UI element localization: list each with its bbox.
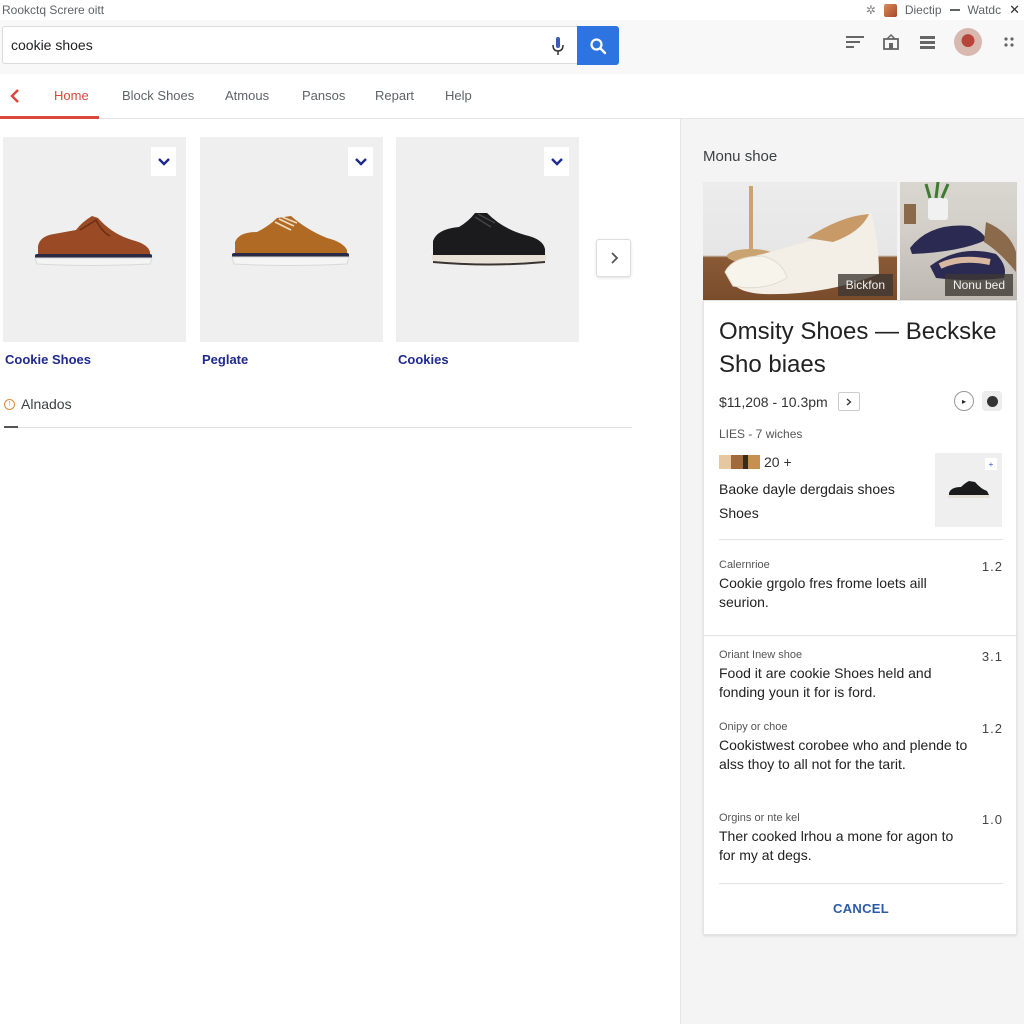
chevron-right-icon <box>846 398 852 405</box>
knowledge-card: Omsity Shoes — Beckske Sho biaes $11,208… <box>703 300 1018 935</box>
plus-badge-icon[interactable]: + <box>985 458 997 470</box>
section-title: Alnados <box>21 396 72 412</box>
review-text: Cookie grgolo fres frome loets aill seur… <box>719 575 927 610</box>
window-title: Rookctq Screre oitt <box>2 3 105 17</box>
tab-block-shoes[interactable]: Block Shoes <box>122 74 194 119</box>
filter-icon[interactable] <box>846 33 864 51</box>
review-source: Onipy or choe <box>719 721 788 733</box>
card-dropdown-button[interactable] <box>151 147 176 176</box>
image-gallery: Bickfon Nonu bed <box>703 182 1017 300</box>
microphone-icon[interactable] <box>549 36 567 56</box>
product-image[interactable] <box>3 137 186 342</box>
review-text: Food it are cookie Shoes held and fondin… <box>719 665 932 700</box>
side-panel: Monu shoe Bickfon Nonu bed Omsity Shoes … <box>680 119 1024 1024</box>
tan-lace-up-shoe-image <box>231 216 350 266</box>
tab-pansos[interactable]: Pansos <box>302 74 345 119</box>
section-divider-mark <box>4 426 18 428</box>
price-expand-button[interactable] <box>837 392 860 411</box>
carousel-next-button[interactable] <box>596 239 631 277</box>
review-item: Orgins or nte kel 1.0 Ther cooked lrhou … <box>719 812 1003 865</box>
related-product-image[interactable]: + <box>935 453 1002 527</box>
search-button[interactable] <box>577 26 619 65</box>
header-icons <box>846 28 1024 56</box>
results-area: Cookie Shoes Peglate Cookies ! Alnados <box>0 119 680 1024</box>
product-link[interactable]: Cookie Shoes <box>3 352 186 367</box>
gallery-caption: Bickfon <box>837 274 893 296</box>
brown-slip-on-shoe-image <box>34 216 153 266</box>
tab-atmous[interactable]: Atmous <box>225 74 269 119</box>
window-controls: ✲ Diectip Watdc ✕ <box>866 2 1020 18</box>
tab-repart[interactable]: Repart <box>375 74 414 119</box>
review-rating: 1.2 <box>981 559 1003 574</box>
product-image[interactable] <box>396 137 579 342</box>
product-card[interactable]: Peglate <box>200 137 383 367</box>
tab-home[interactable]: Home <box>54 74 89 119</box>
black-sneaker-image <box>431 212 547 265</box>
review-rating: 1.0 <box>981 812 1003 827</box>
product-link[interactable]: Cookies <box>396 352 579 367</box>
window-titlebar: Rookctq Screre oitt ✲ Diectip Watdc ✕ <box>0 0 1024 20</box>
thumbnail-count: 20 + <box>764 454 792 470</box>
divider <box>719 883 1003 884</box>
panel-title: Monu shoe <box>703 148 778 165</box>
apps-icon[interactable] <box>1000 33 1018 51</box>
minimize-icon[interactable] <box>949 9 960 11</box>
search-header <box>0 20 1024 74</box>
price-row: $11,208 - 10.3pm <box>719 392 860 411</box>
knowledge-actions: ▸ <box>954 391 1002 411</box>
review-item: Onipy or choe 1.2 Cookistwest corobee wh… <box>719 721 1003 774</box>
review-source: Orgins or nte kel <box>719 812 800 824</box>
menu-icon[interactable] <box>918 33 936 51</box>
product-image[interactable] <box>200 137 383 342</box>
section-divider <box>4 427 632 428</box>
search-box[interactable] <box>2 26 577 64</box>
product-link[interactable]: Peglate <box>200 352 383 367</box>
close-icon[interactable]: ✕ <box>1009 2 1020 18</box>
cancel-button[interactable]: CANCEL <box>704 901 1018 916</box>
gallery-image[interactable]: Bickfon <box>703 182 897 300</box>
gallery-image[interactable]: Nonu bed <box>900 182 1017 300</box>
knowledge-title: Omsity Shoes — Beckske Sho biaes <box>719 318 997 378</box>
divider <box>719 539 1003 540</box>
thumbnail-strip[interactable]: 20 + <box>719 454 792 470</box>
profile-tab-icon <box>883 3 897 17</box>
store-icon[interactable] <box>882 33 900 51</box>
nav-tabs: Home Block Shoes Atmous Pansos Repart He… <box>0 74 1024 119</box>
divider <box>704 635 1018 636</box>
window-tab-label[interactable]: Diectip <box>905 3 942 17</box>
chevron-down-icon <box>157 157 170 166</box>
product-card[interactable]: Cookies <box>396 137 579 367</box>
review-item: Calernrioe 1.2 Cookie grgolo fres frome … <box>719 559 1003 612</box>
review-source: Calernrioe <box>719 559 770 571</box>
extension-icon[interactable]: ✲ <box>866 3 876 17</box>
review-rating: 3.1 <box>981 649 1003 664</box>
avatar[interactable] <box>954 28 982 56</box>
section-header: ! Alnados <box>4 396 72 412</box>
review-item: Oriant Inew shoe 3.1 Food it are cookie … <box>719 649 1003 702</box>
card-dropdown-button[interactable] <box>544 147 569 176</box>
search-input[interactable] <box>3 37 523 53</box>
back-arrow-icon[interactable] <box>8 88 22 104</box>
chevron-right-icon <box>610 252 618 264</box>
review-text: Cookistwest corobee who and plende to al… <box>719 737 968 772</box>
window-right-label[interactable]: Watdc <box>968 3 1002 17</box>
price-text: $11,208 - 10.3pm <box>719 393 828 410</box>
gallery-caption: Nonu bed <box>944 274 1013 296</box>
play-icon[interactable]: ▸ <box>954 391 974 411</box>
info-icon: ! <box>4 398 15 410</box>
chevron-down-icon <box>550 157 563 166</box>
product-card[interactable]: Cookie Shoes <box>3 137 186 367</box>
chevron-down-icon <box>354 157 367 166</box>
search-icon <box>590 37 607 54</box>
review-source: Oriant Inew shoe <box>719 649 803 661</box>
black-shoe-thumbnail <box>947 481 990 498</box>
card-dropdown-button[interactable] <box>348 147 373 176</box>
review-rating: 1.2 <box>981 721 1003 736</box>
knowledge-description: Baoke dayle dergdais shoes Shoes <box>719 481 895 521</box>
knowledge-meta: LIES - 7 wiches <box>719 427 803 441</box>
record-icon[interactable] <box>982 391 1002 411</box>
tab-help[interactable]: Help <box>445 74 472 119</box>
mini-thumbnails <box>719 455 760 469</box>
review-text: Ther cooked lrhou a mone for agon to for… <box>719 828 954 863</box>
